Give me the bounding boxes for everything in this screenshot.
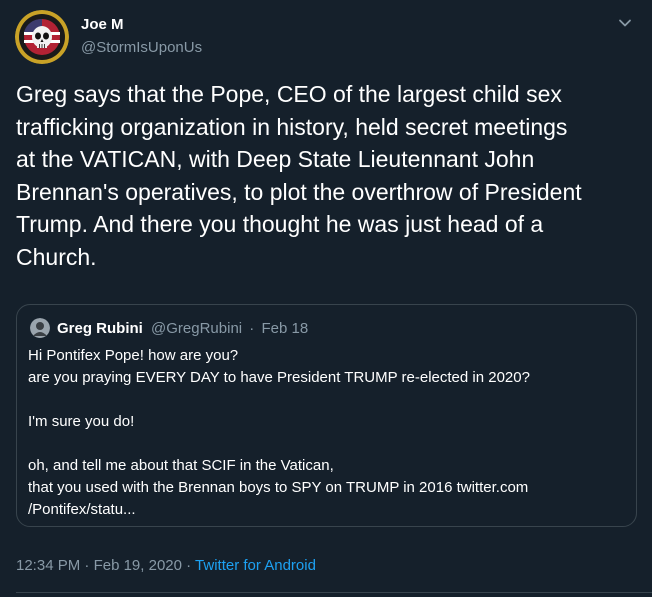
quoted-line: I'm sure you do! bbox=[28, 413, 135, 430]
quoted-line: Hi Pontifex Pope! how are you? bbox=[28, 347, 239, 364]
meta-separator: · bbox=[84, 557, 90, 574]
divider bbox=[16, 592, 652, 593]
quoted-blank-line bbox=[28, 433, 623, 455]
quoted-blank-line bbox=[28, 389, 623, 411]
tweet-date[interactable]: Feb 19, 2020 bbox=[94, 557, 182, 574]
quoted-author-handle[interactable]: @GregRubini bbox=[151, 320, 242, 337]
quoted-tweet-header: Greg Rubini @GregRubini · Feb 18 bbox=[57, 320, 308, 337]
tweet-time[interactable]: 12:34 PM bbox=[16, 557, 80, 574]
quoted-tweet[interactable]: Greg Rubini @GregRubini · Feb 18 Hi Pont… bbox=[16, 304, 637, 527]
meta-separator: · bbox=[186, 557, 192, 574]
quoted-author-avatar[interactable] bbox=[30, 318, 50, 338]
quoted-line: /Pontifex/statu... bbox=[28, 501, 136, 518]
author-avatar[interactable] bbox=[15, 10, 69, 64]
quoted-line: that you used with the Brennan boys to S… bbox=[28, 479, 529, 496]
quoted-tweet-date[interactable]: Feb 18 bbox=[261, 320, 308, 337]
tweet-card: Joe M @StormIsUponUs Greg says that the … bbox=[0, 0, 652, 597]
tweet-meta: 12:34 PM · Feb 19, 2020 · Twitter for An… bbox=[16, 557, 316, 574]
tweet-text: Greg says that the Pope, CEO of the larg… bbox=[16, 81, 582, 270]
author-handle[interactable]: @StormIsUponUs bbox=[81, 39, 202, 56]
chevron-down-icon[interactable] bbox=[615, 13, 635, 33]
quoted-line: oh, and tell me about that SCIF in the V… bbox=[28, 457, 334, 474]
quoted-header-separator: · bbox=[249, 320, 255, 337]
quoted-author-name[interactable]: Greg Rubini bbox=[57, 320, 143, 337]
author-display-name[interactable]: Joe M bbox=[81, 16, 124, 33]
person-icon bbox=[30, 318, 50, 338]
quoted-tweet-body: Hi Pontifex Pope! how are you? are you p… bbox=[28, 345, 623, 521]
skull-badge-icon bbox=[15, 10, 69, 64]
tweet-source-link[interactable]: Twitter for Android bbox=[195, 557, 316, 574]
quoted-line: are you praying EVERY DAY to have Presid… bbox=[28, 369, 530, 386]
